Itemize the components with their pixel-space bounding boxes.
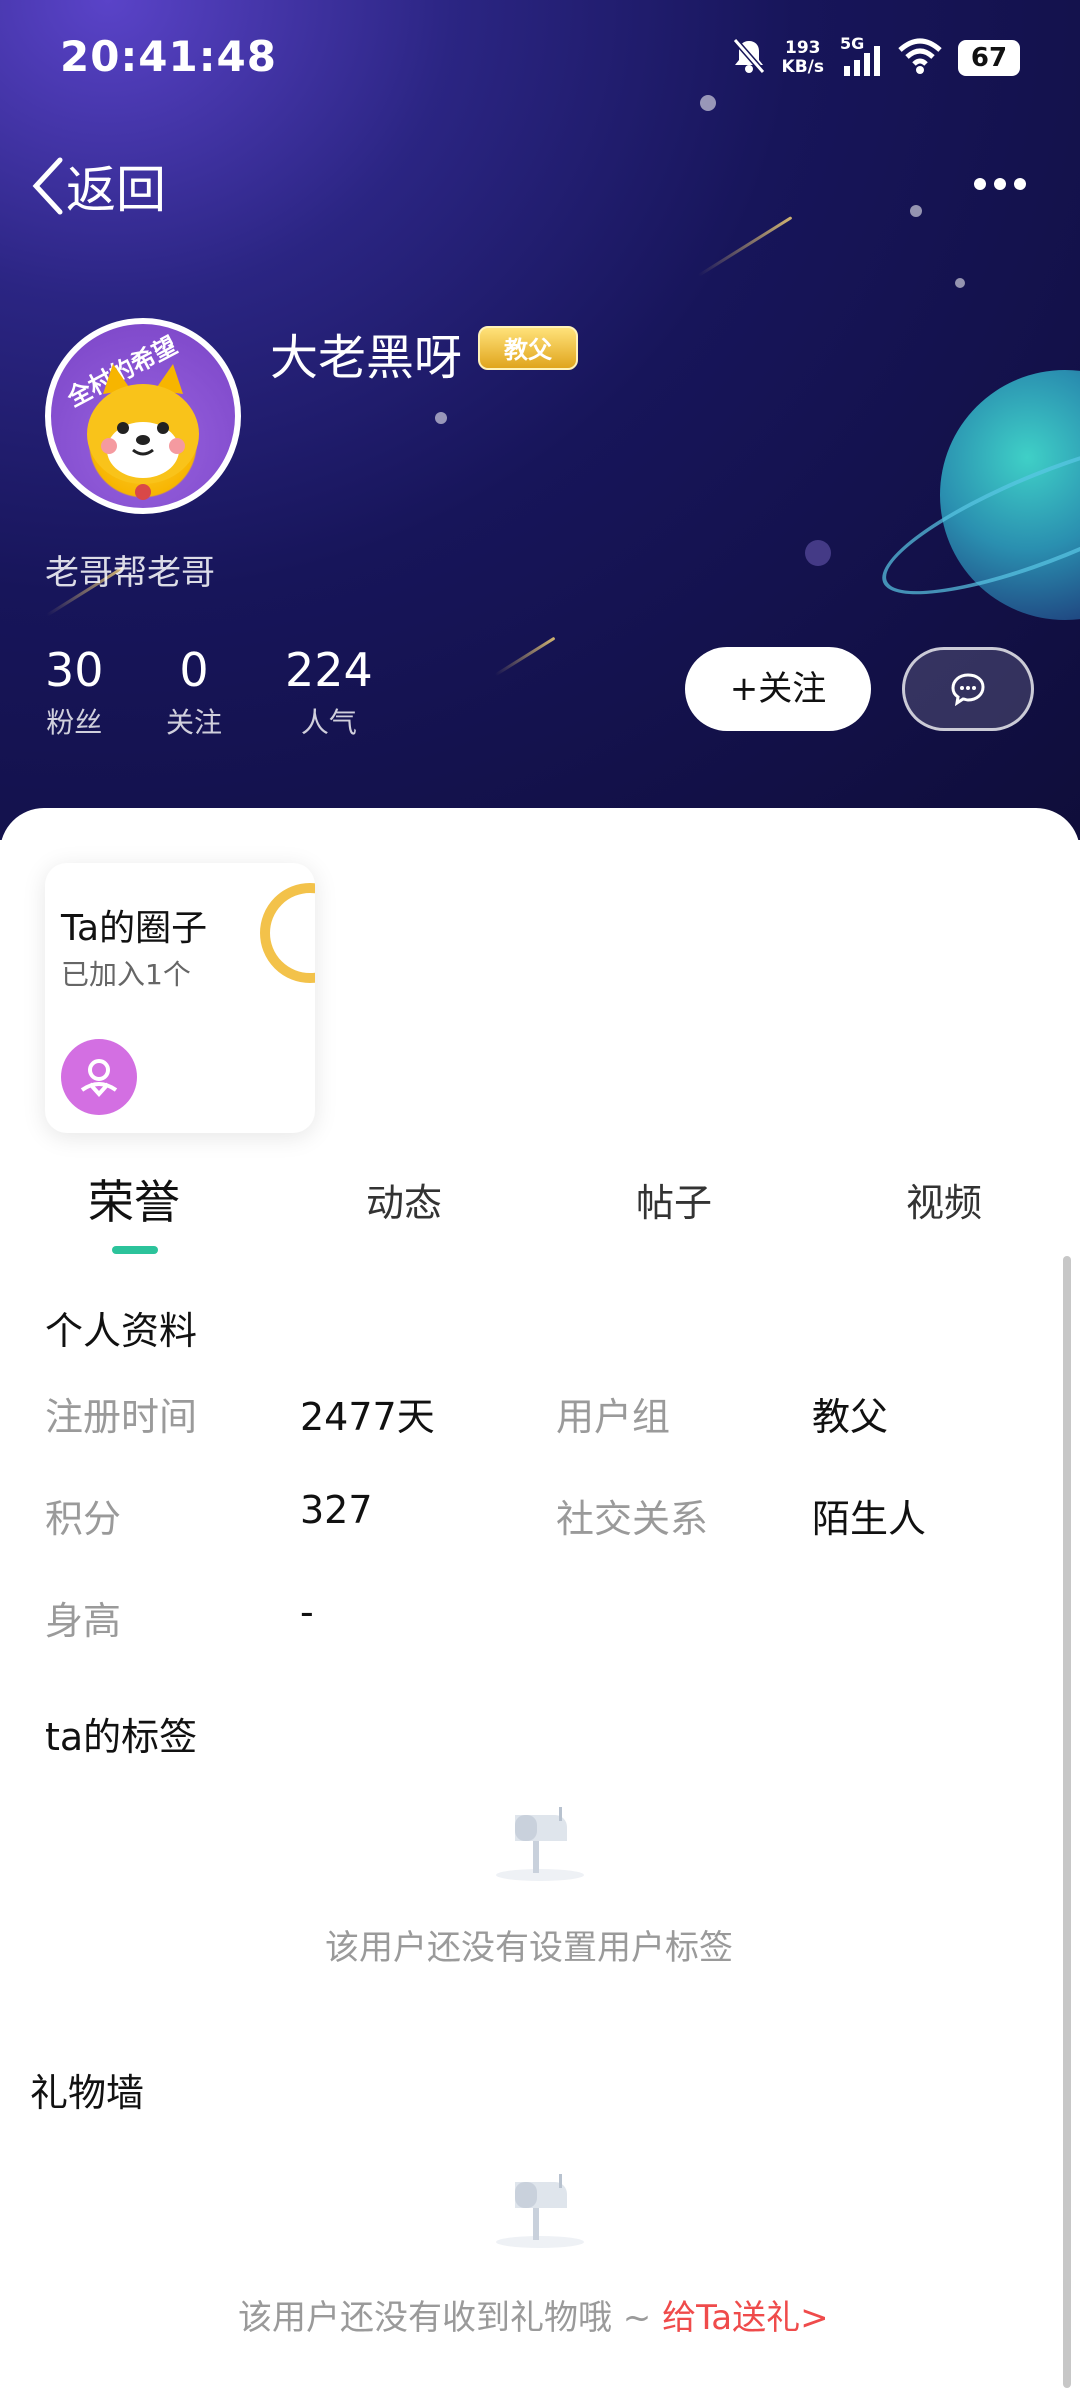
message-button[interactable] (902, 647, 1034, 731)
meteor-decoration (697, 216, 793, 277)
follow-button[interactable]: +关注 (685, 647, 871, 731)
tab-videos[interactable]: 视频 (906, 1172, 982, 1227)
social-relation-label: 社交关系 (556, 1497, 709, 1541)
profile-content-sheet: Ta的圈子 已加入1个 荣誉 动态 帖子 视频 个人资料 注册时间 2477天 … (0, 808, 1080, 2388)
status-bar: 20:41:48 193 KB/s 5G 67 (0, 0, 1080, 115)
register-time-value: 2477天 (300, 1395, 435, 1439)
user-bio: 老哥帮老哥 (45, 553, 215, 593)
social-relation-value: 陌生人 (812, 1497, 927, 1541)
profile-tabs: 荣誉 动态 帖子 视频 (0, 1158, 1080, 1248)
status-time: 20:41:48 (60, 32, 277, 81)
chevron-left-icon (32, 157, 63, 215)
stat-followers[interactable]: 30 粉丝 (45, 643, 104, 741)
network-speed: 193 KB/s (782, 39, 824, 77)
circle-ring-decoration (260, 883, 315, 983)
circle-card-title: Ta的圈子 (61, 908, 208, 949)
more-options-button[interactable] (960, 160, 1040, 208)
circle-community-icon (80, 1059, 118, 1097)
star-decoration (435, 412, 447, 424)
network-speed-unit: KB/s (781, 57, 824, 77)
circle-card-subtitle: 已加入1个 (61, 958, 191, 991)
points-label: 积分 (45, 1497, 122, 1541)
username: 大老黑呀 (270, 330, 463, 386)
chat-bubble-icon (951, 673, 985, 706)
network-type: 5G (840, 34, 865, 53)
user-group-label: 用户组 (556, 1395, 671, 1439)
height-label: 身高 (45, 1599, 122, 1643)
stat-value: 30 (45, 643, 104, 697)
cellular-signal: 5G (840, 34, 882, 78)
back-label: 返回 (66, 161, 166, 219)
stat-label: 关注 (166, 706, 223, 739)
tab-activity[interactable]: 动态 (366, 1172, 442, 1227)
tags-empty-text: 该用户还没有设置用户标签 (325, 1928, 733, 1968)
meteor-decoration (494, 636, 556, 677)
network-speed-value: 193 (785, 38, 821, 58)
star-decoration (955, 278, 965, 288)
wifi-icon (898, 38, 942, 78)
mute-bell-icon (732, 37, 766, 79)
stat-label: 粉丝 (46, 706, 103, 739)
user-group-value: 教父 (812, 1395, 889, 1439)
gift-wall-empty-text: 该用户还没有收到礼物哦 ~ (238, 2298, 663, 2338)
active-tab-indicator (112, 1246, 158, 1254)
circle-card[interactable]: Ta的圈子 已加入1个 (45, 863, 315, 1133)
stat-popularity: 224 人气 (285, 643, 373, 741)
send-gift-link[interactable]: 给Ta送礼> (662, 2298, 828, 2338)
back-button[interactable]: 返回 (30, 150, 166, 222)
height-value: - (300, 1590, 314, 1634)
tags-title: ta的标签 (45, 1715, 198, 1759)
tab-posts[interactable]: 帖子 (636, 1172, 712, 1227)
shiba-dog-avatar-icon (87, 364, 199, 500)
register-time-label: 注册时间 (45, 1395, 198, 1439)
avatar[interactable]: 全村的希望 (45, 318, 241, 514)
stat-label: 人气 (300, 706, 357, 739)
personal-info-title: 个人资料 (45, 1309, 198, 1353)
tab-honor[interactable]: 荣誉 (88, 1166, 180, 1232)
star-decoration (910, 205, 922, 217)
status-icons: 193 KB/s 5G 67 (732, 34, 1020, 82)
star-decoration (805, 540, 831, 566)
circle-avatar[interactable] (61, 1039, 137, 1115)
more-dots-icon (974, 178, 1026, 190)
user-rank-badge: 教父 (478, 326, 578, 370)
gift-wall-title: 礼物墙 (30, 2071, 145, 2115)
gift-wall-empty-row: 该用户还没有收到礼物哦 ~ 给Ta送礼> (238, 2290, 829, 2339)
stat-value: 224 (285, 643, 373, 697)
points-value: 327 (300, 1488, 373, 1532)
empty-mailbox-icon (485, 1803, 595, 1883)
stat-value: 0 (179, 643, 209, 697)
battery-indicator: 67 (958, 40, 1020, 76)
scrollbar[interactable] (1063, 1256, 1071, 2388)
empty-mailbox-icon (485, 2170, 595, 2250)
stat-following[interactable]: 0 关注 (166, 643, 222, 741)
